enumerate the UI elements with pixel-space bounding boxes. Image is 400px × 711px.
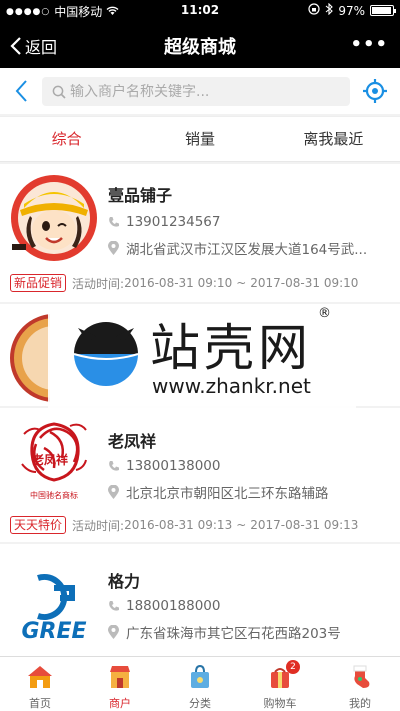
store-card[interactable]: 老凤祥 中国驰名商标 老凤祥 13800138000 北京北京市朝阳区北三环东路… [0, 408, 400, 542]
tabbar-label: 首页 [29, 697, 51, 710]
store-address: 北京北京市朝阳区北三环东路辅路 [108, 482, 396, 502]
svg-text:GREE: GREE [21, 619, 86, 644]
bottom-tab-bar: 首页 商户 分类 2 购物车 我的 [0, 656, 400, 711]
nav-bar: 返回 超级商城 ••• [0, 22, 400, 68]
store-logo: 老凤祥 中国驰名商标 [10, 414, 98, 502]
sort-tabs: 综合 销量 离我最近 [0, 116, 400, 162]
store-logo [10, 174, 98, 262]
tabbar-item-cart[interactable]: 2 购物车 [240, 657, 320, 711]
rotation-lock-icon [308, 3, 320, 18]
tabbar-label: 分类 [189, 697, 211, 710]
promo-start: 2016-08-31 09:10 [124, 276, 233, 290]
tabbar-label: 商户 [109, 697, 131, 710]
watermark-text: 站壳网 [150, 319, 312, 377]
store-list: 壹品铺子 13901234567 湖北省武汉市江汉区发展大道164号武... 新… [0, 164, 400, 656]
bluetooth-icon [325, 2, 334, 18]
watermark-registered: ® [318, 306, 331, 321]
tabbar-label: 购物车 [263, 697, 297, 710]
phone-icon [108, 216, 122, 228]
tabbar-label: 我的 [349, 697, 371, 710]
search-bar [0, 68, 400, 114]
location-target-icon [363, 79, 387, 103]
promo-end: 2017-08-31 09:10 [250, 276, 359, 290]
phone-icon [108, 460, 122, 472]
store-logo: GREE [10, 558, 98, 646]
shopping-bag-icon [191, 664, 209, 688]
store-phone: 13800138000 [108, 458, 220, 474]
store-name: 格力 [108, 572, 141, 591]
search-input[interactable] [70, 83, 340, 100]
store-name: 壹品铺子 [108, 186, 173, 205]
tab-sales[interactable]: 销量 [133, 117, 266, 161]
store-icon [110, 666, 130, 688]
store-address: 湖北省武汉市江汉区发展大道164号武... [108, 238, 396, 258]
store-logo [10, 314, 50, 402]
promo-label: 活动时间: [72, 276, 125, 291]
back-button[interactable]: 返回 [10, 34, 57, 58]
promo-start: 2016-08-31 09:13 [124, 518, 233, 532]
search-back-button[interactable] [14, 79, 28, 107]
location-pin-icon [108, 241, 122, 255]
watermark-url: www.zhankr.net [152, 374, 311, 398]
svg-text:中国驰名商标: 中国驰名商标 [30, 490, 78, 500]
promo-row: 新品促销 活动时间: 2016-08-31 09:10 ~ 2017-08-31… [10, 274, 358, 292]
svg-text:老凤祥: 老凤祥 [32, 452, 68, 467]
store-card[interactable]: 壹品铺子 13901234567 湖北省武汉市江汉区发展大道164号武... 新… [0, 164, 400, 302]
promo-badge: 新品促销 [10, 274, 67, 292]
location-pin-icon [108, 625, 122, 639]
home-icon [28, 666, 52, 688]
tabbar-item-category[interactable]: 分类 [160, 657, 240, 711]
tabbar-item-mine[interactable]: 我的 [320, 657, 400, 711]
search-field[interactable] [42, 77, 350, 106]
store-name: 老凤祥 [108, 432, 157, 451]
battery-icon [370, 5, 396, 16]
tab-nearest[interactable]: 离我最近 [267, 117, 400, 161]
phone-icon [108, 600, 122, 612]
more-menu-button[interactable]: ••• [350, 34, 388, 55]
tab-comprehensive[interactable]: 综合 [0, 117, 133, 161]
promo-row: 天天特价 活动时间: 2016-08-31 09:13 ~ 2017-08-31… [10, 516, 358, 534]
chevron-left-icon [15, 80, 27, 102]
tabbar-item-home[interactable]: 首页 [0, 657, 80, 711]
status-bar: ●●●●○ 中国移动 11:02 97% [0, 0, 400, 22]
locate-button[interactable] [362, 78, 388, 108]
promo-end: 2017-08-31 09:13 [250, 518, 359, 532]
store-card[interactable]: GREE 格力 18800188000 广东省珠海市其它区石花西路203号 [0, 544, 400, 656]
battery-percent: 97% [338, 3, 365, 18]
location-pin-icon [108, 485, 122, 499]
back-label: 返回 [25, 38, 58, 57]
tabbar-item-merchants[interactable]: 商户 [80, 657, 160, 711]
store-phone: 13901234567 [108, 214, 220, 230]
page-title: 超级商城 [164, 37, 236, 58]
watermark: 站壳网 ® www.zhankr.net [48, 304, 356, 408]
promo-sep: ~ [236, 518, 247, 532]
promo-label: 活动时间: [72, 518, 125, 533]
search-icon [52, 85, 66, 99]
watermark-logo [73, 322, 139, 386]
promo-badge: 天天特价 [10, 516, 67, 534]
chevron-left-icon [10, 37, 21, 55]
stocking-icon [353, 665, 370, 688]
cart-count-badge: 2 [286, 660, 300, 674]
store-phone: 18800188000 [108, 598, 220, 614]
store-address: 广东省珠海市其它区石花西路203号 [108, 622, 396, 642]
promo-sep: ~ [236, 276, 247, 290]
